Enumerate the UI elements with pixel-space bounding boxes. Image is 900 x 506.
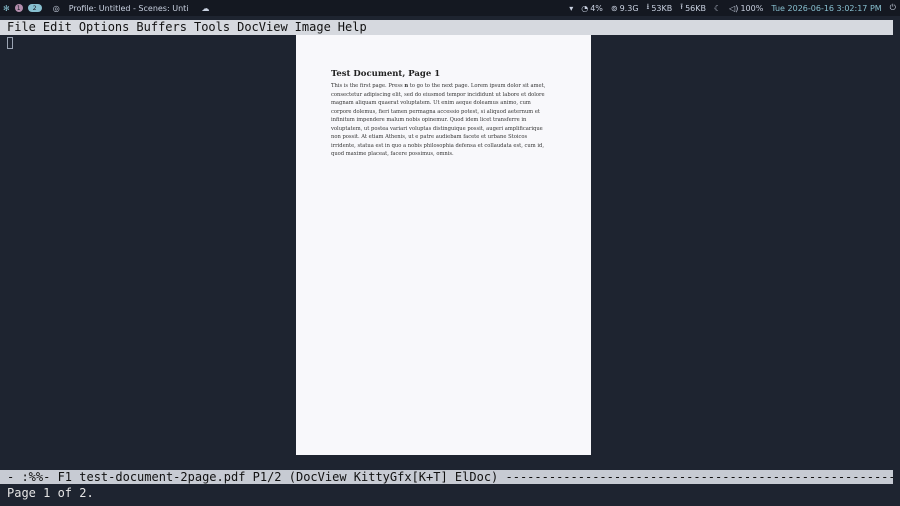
- system-top-bar: ✻ 1 2 ◎ Profile: Untitled - Scenes: Unti…: [0, 0, 900, 16]
- page-body: This is the first page. Press n to go to…: [331, 82, 551, 159]
- download-value: 53KB: [651, 3, 673, 13]
- menu-docview[interactable]: DocView: [237, 20, 288, 35]
- globe-icon[interactable]: ◎: [53, 4, 60, 13]
- menu-file[interactable]: File: [7, 20, 36, 35]
- pdf-page[interactable]: Test Document, Page 1 This is the first …: [296, 35, 591, 455]
- volume-indicator[interactable]: ◁) 100%: [729, 4, 763, 13]
- emacs-menu-bar: File Edit Options Buffers Tools DocView …: [0, 20, 893, 35]
- menu-help[interactable]: Help: [338, 20, 367, 35]
- body-text-rest: to go to the next page. Lorem ipsum dolo…: [331, 83, 546, 157]
- clock[interactable]: Tue 2026-06-16 3:02:17 PM: [771, 4, 881, 13]
- workspace-2[interactable]: 2: [27, 4, 42, 12]
- active-window-title: Profile: Untitled - Scenes: Unti: [68, 3, 189, 13]
- upload-indicator: ⭱ 56KB: [680, 1, 706, 15]
- memory-icon: ⊚: [610, 3, 618, 13]
- download-indicator: ⭳ 53KB: [647, 1, 673, 15]
- workspace-1[interactable]: 1: [14, 4, 23, 12]
- body-text-start: This is the first page. Press: [331, 83, 405, 89]
- menu-edit[interactable]: Edit: [43, 20, 72, 35]
- volume-value: 100%: [740, 3, 764, 13]
- echo-area-message: Page 1 of 2.: [7, 486, 94, 500]
- menu-options[interactable]: Options: [79, 20, 130, 35]
- mode-line: - :%%- F1 test-document-2page.pdf P1/2 (…: [0, 470, 893, 484]
- notification-icon[interactable]: ☾: [714, 4, 721, 13]
- text-cursor: [7, 37, 13, 49]
- app-launcher-icon[interactable]: ✻: [3, 4, 10, 13]
- memory-indicator: ⊚ 9.3G: [611, 4, 639, 13]
- volume-icon: ◁): [729, 3, 739, 13]
- power-icon[interactable]: ⏻: [890, 3, 896, 13]
- memory-value: 9.3G: [619, 3, 639, 13]
- page-heading: Test Document, Page 1: [331, 69, 441, 79]
- upload-icon: ⭱: [680, 2, 684, 11]
- tray-dropdown-icon[interactable]: ▾: [569, 4, 573, 13]
- download-icon: ⭳: [646, 2, 650, 11]
- menu-image[interactable]: Image: [295, 20, 331, 35]
- cpu-icon: ◔: [581, 3, 589, 13]
- cpu-value: 4%: [590, 3, 603, 13]
- menu-buffers[interactable]: Buffers: [136, 20, 187, 35]
- menu-tools[interactable]: Tools: [194, 20, 230, 35]
- cpu-indicator: ◔ 4%: [581, 4, 603, 13]
- upload-value: 56KB: [685, 3, 706, 13]
- weather-icon: ☁: [201, 3, 210, 13]
